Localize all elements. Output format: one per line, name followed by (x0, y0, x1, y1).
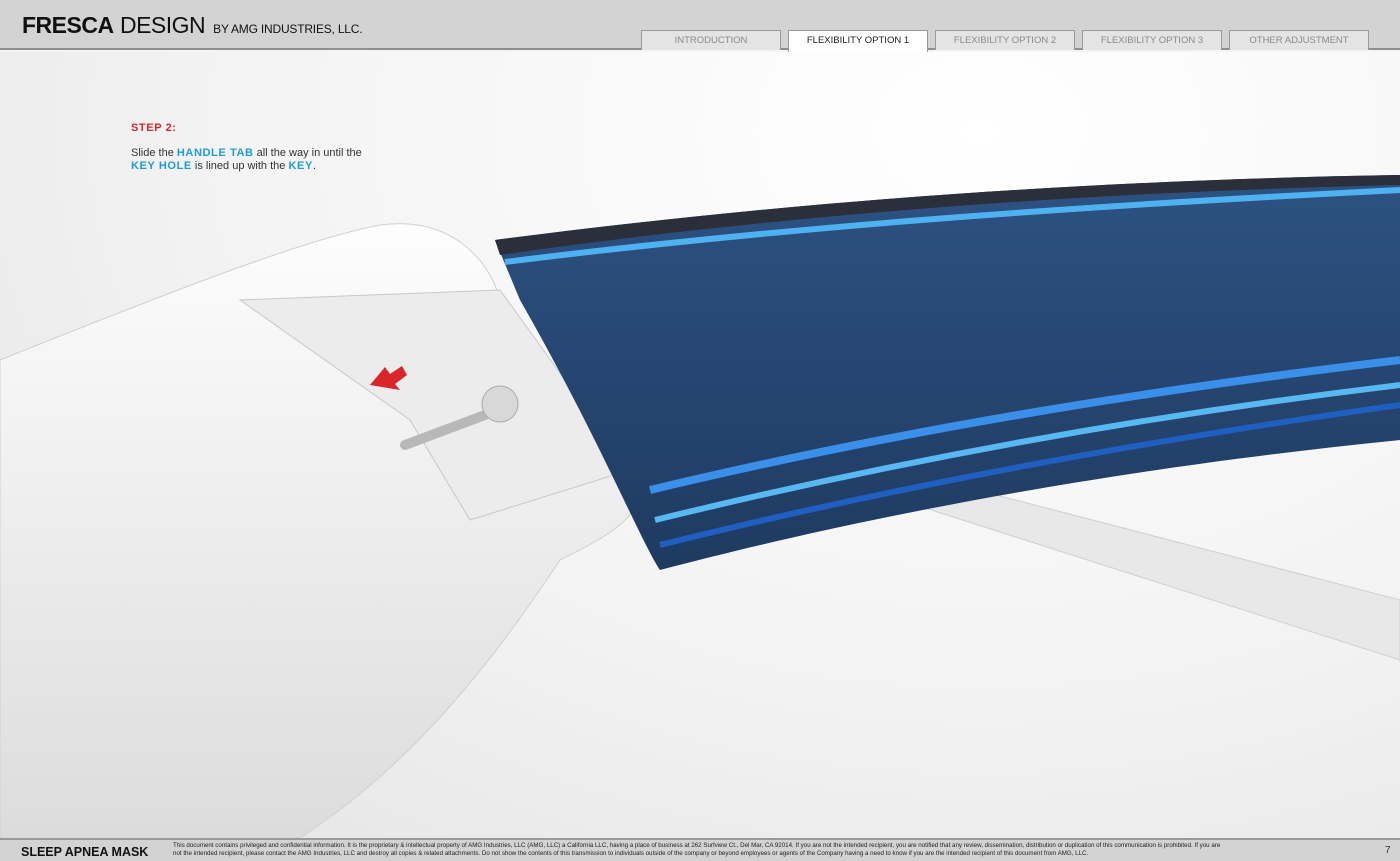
legal-notice: This document contains privileged and co… (173, 842, 1221, 857)
footer: SLEEP APNEA MASK This document contains … (0, 838, 1400, 861)
brand-logo: FRESCA DESIGN BY AMG INDUSTRIES, LLC. (22, 12, 363, 39)
keyword-key-hole: KEY HOLE (131, 160, 192, 172)
step-text: all the way in until the (253, 147, 362, 159)
key-hole (481, 385, 519, 423)
step-text: . (312, 160, 316, 172)
brand-light: DESIGN (119, 12, 206, 38)
brand-bold: FRESCA (22, 12, 114, 38)
step-text: is lined up with the (191, 160, 289, 172)
tab-other-adjustment[interactable]: OTHER ADJUSTMENT (1229, 30, 1369, 50)
brand-by: BY AMG INDUSTRIES, LLC. (213, 22, 363, 36)
keyword-key: KEY (288, 160, 313, 172)
step-text: Slide the (131, 147, 177, 159)
tab-flexibility-option-1[interactable]: FLEXIBILITY OPTION 1 (788, 30, 928, 52)
product-render: STEP 2: Slide the HANDLE TAB all the way… (0, 52, 1400, 839)
keyword-handle-tab: HANDLE TAB (176, 147, 254, 159)
header: FRESCA DESIGN BY AMG INDUSTRIES, LLC. INT… (0, 0, 1400, 52)
footer-title: SLEEP APNEA MASK (21, 845, 149, 859)
tab-flexibility-option-2[interactable]: FLEXIBILITY OPTION 2 (935, 30, 1075, 50)
tab-flexibility-option-3[interactable]: FLEXIBILITY OPTION 3 (1082, 30, 1222, 50)
step-label: STEP 2: (131, 122, 177, 134)
tab-introduction[interactable]: INTRODUCTION (641, 30, 781, 50)
page-number: 7 (1385, 845, 1391, 856)
step-instructions: STEP 2: Slide the HANDLE TAB all the way… (131, 122, 362, 173)
